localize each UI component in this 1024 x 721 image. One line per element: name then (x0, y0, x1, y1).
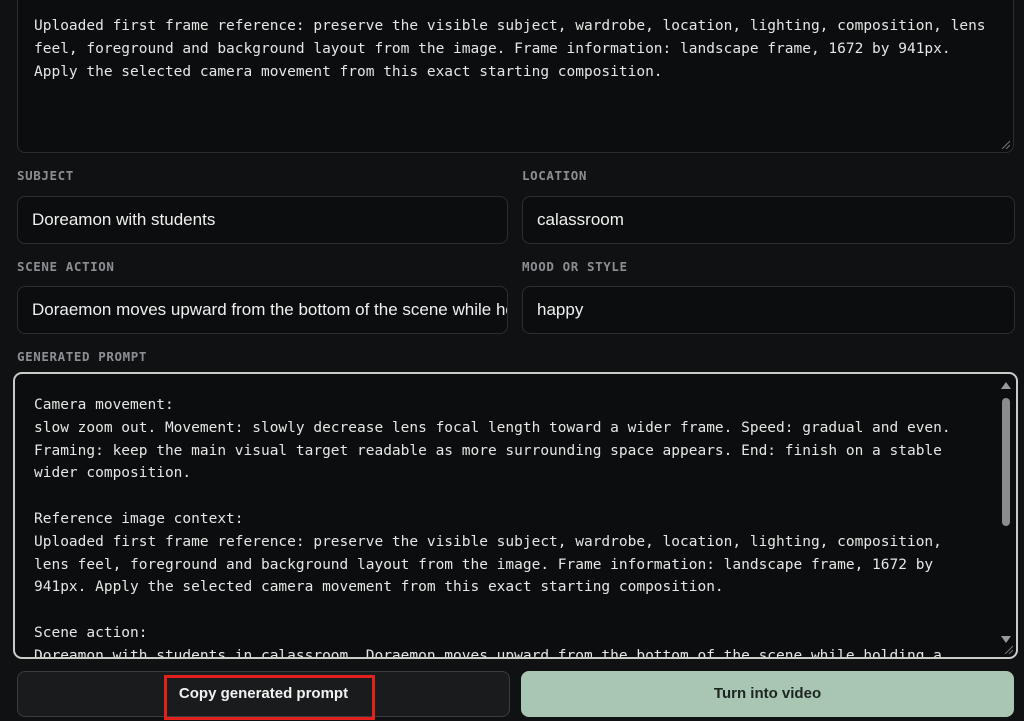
reference-context-text: Uploaded first frame reference: preserve… (34, 18, 995, 80)
prompt-builder-page: Uploaded first frame reference: preserve… (0, 0, 1024, 721)
mood-style-input[interactable]: happy (522, 286, 1015, 334)
scene-action-label: SCENE ACTION (17, 259, 115, 274)
reference-context-textarea[interactable]: Uploaded first frame reference: preserve… (17, 0, 1014, 153)
resize-grip-icon[interactable] (1001, 140, 1010, 149)
scroll-up-icon[interactable] (1001, 382, 1011, 389)
generated-prompt-textarea[interactable]: Camera movement: slow zoom out. Movement… (13, 372, 1018, 659)
location-input[interactable]: calassroom (522, 196, 1015, 244)
scene-action-input[interactable]: Doraemon moves upward from the bottom of… (17, 286, 508, 334)
generated-prompt-scrollbar[interactable] (999, 378, 1013, 643)
generated-prompt-text: Camera movement: slow zoom out. Movement… (34, 397, 951, 659)
subject-input[interactable]: Doreamon with students (17, 196, 508, 244)
scroll-down-icon[interactable] (1001, 636, 1011, 643)
location-label: LOCATION (522, 168, 588, 183)
copy-generated-prompt-button[interactable]: Copy generated prompt (17, 671, 510, 717)
subject-label: SUBJECT (17, 168, 74, 183)
resize-grip-icon[interactable] (1004, 645, 1013, 654)
mood-style-label: MOOD OR STYLE (522, 259, 628, 274)
generated-prompt-label: GENERATED PROMPT (17, 349, 148, 364)
scroll-thumb[interactable] (1002, 398, 1010, 526)
turn-into-video-button[interactable]: Turn into video (521, 671, 1014, 717)
